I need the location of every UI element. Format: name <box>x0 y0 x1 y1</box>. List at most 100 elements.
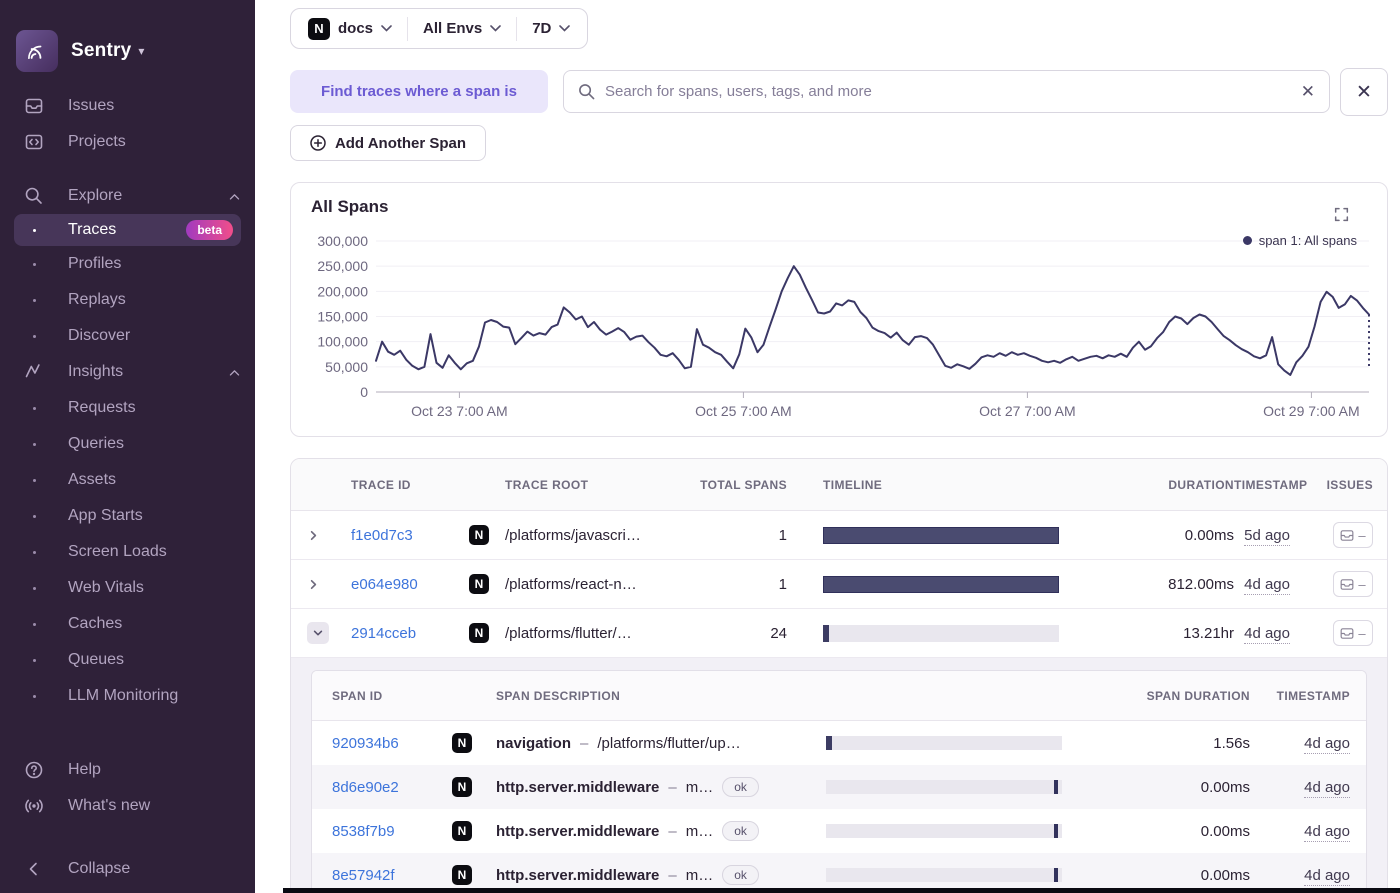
trace-row: 2914cceb N/platforms/flutter/… 24 13.21hr 4d… <box>291 609 1387 658</box>
chart-legend[interactable]: span 1: All spans <box>1242 233 1357 248</box>
span-path: m… <box>685 778 714 796</box>
project-icon-cell: N <box>452 777 496 797</box>
sidebar-item-replays[interactable]: Replays <box>0 282 255 318</box>
find-traces-label-chip[interactable]: Find traces where a span is <box>290 70 548 113</box>
span-row: 920934b6 Nnavigation –/platforms/flutter/u… <box>312 721 1366 765</box>
span-operation: http.server.middleware <box>496 822 660 840</box>
expand-trace-button[interactable] <box>307 529 351 542</box>
trace-row: e064e980 N/platforms/react-n… 1 812.00ms 4d … <box>291 560 1387 609</box>
timeline-cell <box>806 824 1062 838</box>
y-axis-tick-label: 300,000 <box>317 233 368 249</box>
bullet-icon <box>20 622 48 626</box>
sidebar-item-projects[interactable]: Projects <box>0 124 255 160</box>
span-description: http.server.middleware – m… ok <box>496 865 806 885</box>
column-header-timestamp: TIMESTAMP <box>1276 688 1350 703</box>
sidebar-item-screen-loads[interactable]: Screen Loads <box>0 534 255 570</box>
span-row: 8d6e90e2 Nhttp.server.middleware – m… ok 0.00… <box>312 765 1366 809</box>
sidebar-item-help[interactable]: Help <box>0 752 255 788</box>
span-id-link[interactable]: 8e57942f <box>332 867 452 884</box>
sidebar-item-discover[interactable]: Discover <box>0 318 255 354</box>
environment-selector-label: All Envs <box>423 20 483 37</box>
environment-selector[interactable]: All Envs <box>407 16 516 41</box>
y-axis-tick-label: 0 <box>360 384 368 400</box>
org-switcher[interactable]: Sentry ▾ <box>0 0 255 88</box>
bullet-icon <box>20 550 48 554</box>
timeline-cell <box>806 868 1062 882</box>
trace-timestamp[interactable]: 5d ago <box>1244 526 1290 546</box>
timeline-bar[interactable] <box>823 624 1059 642</box>
add-another-span-label: Add Another Span <box>334 134 467 152</box>
timeline-bar[interactable] <box>826 736 1062 750</box>
sidebar-section-insights[interactable]: Insights <box>0 354 255 390</box>
project-selector-label: docs <box>338 20 374 37</box>
issues-cell: – <box>1290 522 1373 548</box>
sidebar-item-assets[interactable]: Assets <box>0 462 255 498</box>
sidebar-item-issues[interactable]: Issues <box>0 88 255 124</box>
total-spans: 1 <box>778 575 787 593</box>
sidebar-section-explore[interactable]: Explore <box>0 178 255 214</box>
add-another-span-button[interactable]: Add Another Span <box>290 125 486 161</box>
search-input[interactable] <box>605 83 1291 100</box>
trace-timestamp[interactable]: 4d ago <box>1244 624 1290 644</box>
chevron-down-icon[interactable] <box>307 622 329 644</box>
span-description: navigation –/platforms/flutter/up… <box>496 735 806 752</box>
separator: – <box>668 778 677 796</box>
trace-id-link[interactable]: 2914cceb <box>351 625 469 642</box>
traces-table-panel: TRACE ID TRACE ROOT TOTAL SPANS TIMELINE DUR… <box>290 458 1388 893</box>
trace-id-link[interactable]: f1e0d7c3 <box>351 527 469 544</box>
issues-button[interactable]: – <box>1333 620 1373 646</box>
sidebar-section-label: Explore <box>68 187 123 204</box>
sidebar-item-queries[interactable]: Queries <box>0 426 255 462</box>
sidebar-item-app-starts[interactable]: App Starts <box>0 498 255 534</box>
span-id-link[interactable]: 8d6e90e2 <box>332 779 452 796</box>
sidebar-collapse-button[interactable]: Collapse <box>0 857 255 893</box>
sidebar-item-traces[interactable]: Traces beta <box>14 214 241 246</box>
span-timestamp[interactable]: 4d ago <box>1304 778 1350 798</box>
span-id-link[interactable]: 920934b6 <box>332 735 452 752</box>
span-description: http.server.middleware – m… ok <box>496 777 806 797</box>
sidebar-item-requests[interactable]: Requests <box>0 390 255 426</box>
separator: – <box>668 822 677 840</box>
sidebar-item-what-s-new[interactable]: What's new <box>0 788 255 824</box>
date-range-selector[interactable]: 7D <box>516 16 585 41</box>
nextjs-project-icon: N <box>308 17 330 40</box>
issues-button[interactable]: – <box>1333 522 1373 548</box>
sidebar-item-caches[interactable]: Caches <box>0 606 255 642</box>
timeline-bar[interactable] <box>823 526 1059 544</box>
sidebar-item-web-vitals[interactable]: Web Vitals <box>0 570 255 606</box>
expand-trace-button[interactable] <box>307 578 351 591</box>
nextjs-project-icon: N <box>452 865 472 885</box>
timeline-bar[interactable] <box>826 824 1062 838</box>
span-path: m… <box>685 866 714 884</box>
project-selector[interactable]: N docs <box>293 17 407 41</box>
timeline-bar[interactable] <box>823 575 1059 593</box>
span-timestamp[interactable]: 4d ago <box>1304 866 1350 886</box>
span-id-link[interactable]: 8538f7b9 <box>332 823 452 840</box>
broadcast-icon <box>20 796 48 816</box>
timeline-bar[interactable] <box>826 868 1062 882</box>
remove-span-filter-button[interactable]: ✕ <box>1340 68 1388 116</box>
sidebar-item-llm-monitoring[interactable]: LLM Monitoring <box>0 678 255 714</box>
expand-trace-button[interactable] <box>307 622 351 644</box>
trace-duration: 812.00ms <box>1168 575 1234 593</box>
span-row: 8538f7b9 Nhttp.server.middleware – m… ok 0.00… <box>312 809 1366 853</box>
project-icon-cell: N <box>469 525 505 545</box>
trace-id-link[interactable]: e064e980 <box>351 576 469 593</box>
trace-root: /platforms/flutter/… <box>505 624 632 642</box>
issues-button[interactable]: – <box>1333 571 1373 597</box>
span-duration: 1.56s <box>1213 734 1250 752</box>
span-duration: 0.00ms <box>1200 866 1250 884</box>
timeline-bar[interactable] <box>826 780 1062 794</box>
timeline-cell <box>806 780 1062 794</box>
span-timestamp[interactable]: 4d ago <box>1304 734 1350 754</box>
span-timestamp[interactable]: 4d ago <box>1304 822 1350 842</box>
clear-search-icon[interactable]: ✕ <box>1301 83 1315 100</box>
total-spans: 24 <box>770 624 787 642</box>
sidebar-item-queues[interactable]: Queues <box>0 642 255 678</box>
sidebar-item-profiles[interactable]: Profiles <box>0 246 255 282</box>
sidebar-item-label: Issues <box>68 97 115 114</box>
sidebar-item-label: Screen Loads <box>68 543 167 560</box>
trace-timestamp[interactable]: 4d ago <box>1244 575 1290 595</box>
expand-chart-icon[interactable] <box>1334 207 1349 222</box>
line-chart: 0 50,000 100,000 150,000 200,000 250,000 300,0… <box>317 233 1370 419</box>
